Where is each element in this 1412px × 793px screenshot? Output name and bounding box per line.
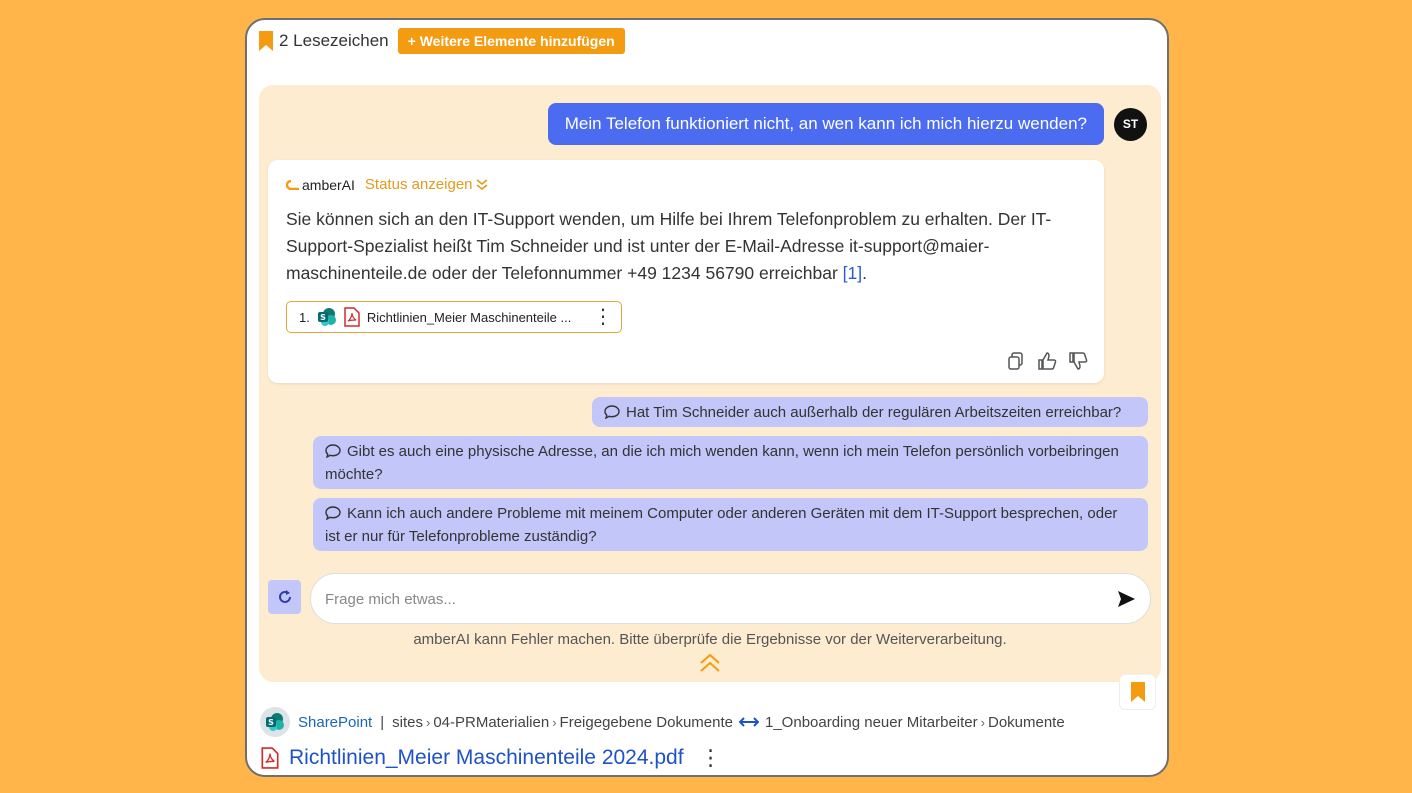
feedback-actions (1006, 351, 1088, 371)
crumb-sites[interactable]: sites (392, 714, 423, 731)
crumb-shared-documents[interactable]: Freigegebene Dokumente (560, 714, 733, 731)
add-elements-button[interactable]: + Weitere Elemente hinzufügen (397, 28, 625, 54)
source-index: 1. (299, 309, 310, 325)
answer-header: amberAI Status anzeigen (286, 176, 488, 193)
copy-icon[interactable] (1006, 351, 1026, 371)
citation-link[interactable]: [1] (843, 263, 862, 283)
source-name: Richtlinien_Meier Maschinenteile ... (366, 309, 572, 325)
chat-bubble-icon (604, 405, 620, 419)
chat-bubble-icon (325, 444, 341, 458)
chevron-double-down-icon (476, 178, 487, 190)
document-title-row: Richtlinien_Meier Maschinenteile 2024.pd… (261, 746, 722, 770)
answer-body: Sie können sich an den IT-Support wenden… (286, 209, 1052, 283)
user-message: Mein Telefon funktioniert nicht, an wen … (547, 103, 1104, 145)
thumbs-down-icon[interactable] (1068, 351, 1088, 371)
chevron-right-icon: › (980, 714, 985, 730)
disclaimer: amberAI kann Fehler machen. Bitte überpr… (413, 631, 1007, 648)
svg-text:S: S (268, 718, 274, 727)
breadcrumb: S SharePoint | sites › 04-PRMaterialien … (260, 707, 1065, 737)
sharepoint-icon: S (317, 308, 336, 326)
suggestion-2[interactable]: Gibt es auch eine physische Adresse, an … (313, 436, 1148, 489)
document-title[interactable]: Richtlinien_Meier Maschinenteile 2024.pd… (289, 746, 684, 770)
suggestion-text: Gibt es auch eine physische Adresse, an … (325, 443, 1119, 483)
bookmark-count[interactable]: 2 Lesezeichen (259, 31, 389, 51)
breadcrumb-divider: | (380, 713, 385, 731)
user-message-row: Mein Telefon funktioniert nicht, an wen … (547, 103, 1147, 145)
send-icon[interactable] (1116, 589, 1136, 609)
suggestion-text: Kann ich auch andere Probleme mit meinem… (325, 505, 1118, 545)
breadcrumb-path: sites › 04-PRMaterialien › Freigegebene … (392, 714, 1065, 731)
bookmark-icon (1130, 682, 1145, 702)
source-chip[interactable]: 1. S Richtlinien_Meier Maschinenteile ..… (286, 301, 622, 333)
kebab-menu-icon[interactable]: ⋮ (700, 747, 722, 769)
pdf-icon (261, 747, 279, 769)
crumb-pr-materialien[interactable]: 04-PRMaterialien (433, 714, 549, 731)
svg-text:S: S (320, 313, 326, 322)
bookmark-document-button[interactable] (1119, 674, 1156, 710)
amberai-logo: amberAI (286, 177, 355, 193)
question-input-box (310, 573, 1151, 624)
refresh-icon (278, 590, 291, 603)
avatar[interactable]: ST (1114, 107, 1147, 141)
chat-panel: Mein Telefon funktioniert nicht, an wen … (259, 85, 1161, 682)
question-input[interactable] (325, 586, 1105, 612)
amberai-logo-icon (286, 179, 299, 190)
crumb-onboarding[interactable]: 1_Onboarding neuer Mitarbeiter (765, 714, 978, 731)
answer-text: Sie können sich an den IT-Support wenden… (286, 206, 1076, 287)
swap-arrows-icon (739, 717, 759, 727)
assistant-answer-card: amberAI Status anzeigen Sie können sich … (268, 160, 1104, 383)
chat-bubble-icon (325, 506, 341, 520)
suggestion-text: Hat Tim Schneider auch außerhalb der reg… (626, 404, 1122, 421)
sharepoint-icon: S (260, 707, 290, 737)
bookmark-bar: 2 Lesezeichen + Weitere Elemente hinzufü… (259, 28, 625, 54)
thumbs-up-icon[interactable] (1037, 351, 1057, 371)
bookmark-count-label: 2 Lesezeichen (279, 31, 389, 50)
chevron-right-icon: › (552, 714, 557, 730)
status-label: Status anzeigen (364, 176, 473, 193)
kebab-menu-icon[interactable]: ⋮ (593, 307, 613, 327)
chevron-right-icon: › (425, 714, 431, 730)
brand-name: amberAI (302, 176, 355, 193)
chevron-double-up-icon[interactable] (699, 652, 721, 674)
answer-end: . (862, 263, 867, 283)
crumb-documents[interactable]: Dokumente (988, 714, 1065, 731)
pdf-icon (344, 307, 360, 327)
suggestion-1[interactable]: Hat Tim Schneider auch außerhalb der reg… (592, 397, 1148, 427)
sharepoint-link[interactable]: SharePoint (298, 714, 372, 731)
bookmark-icon (259, 31, 273, 51)
app-window: 2 Lesezeichen + Weitere Elemente hinzufü… (245, 18, 1169, 777)
suggestion-3[interactable]: Kann ich auch andere Probleme mit meinem… (313, 498, 1148, 551)
refresh-button[interactable] (268, 580, 301, 614)
show-status-toggle[interactable]: Status anzeigen (365, 176, 488, 193)
